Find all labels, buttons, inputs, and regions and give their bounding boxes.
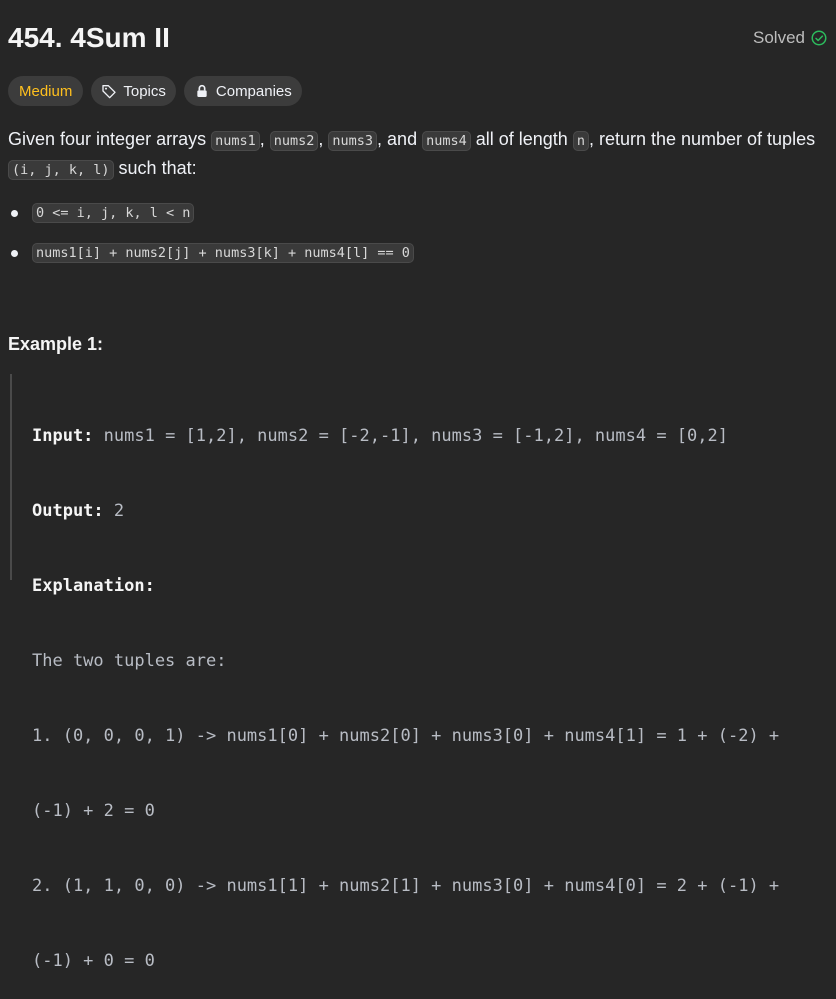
constraints-list: 0 <= i, j, k, l < n nums1[i] + nums2[j] …: [8, 200, 414, 280]
lock-icon: [197, 84, 207, 97]
desc-text: ,: [318, 129, 329, 149]
desc-text: Given four integer arrays: [8, 129, 212, 149]
difficulty-label: Medium: [19, 82, 73, 100]
desc-text: , return the number of tuples: [588, 129, 816, 149]
example-explanation-label: Explanation:: [32, 574, 810, 599]
code-nums1: nums1: [211, 131, 260, 151]
code-n: n: [572, 131, 589, 151]
bullet: [11, 249, 18, 257]
tag-row: Medium Topics Companies: [8, 76, 302, 106]
explanation-label: Explanation:: [32, 576, 155, 596]
problem-header: 454. 4Sum II Solved: [8, 20, 828, 56]
list-item: 0 <= i, j, k, l < n: [8, 200, 414, 226]
bullet: [11, 209, 18, 217]
input-value: nums1 = [1,2], nums2 = [-2,-1], nums3 = …: [93, 426, 728, 446]
tag-icon: [102, 85, 117, 99]
example-block: Input: nums1 = [1,2], nums2 = [-2,-1], n…: [10, 374, 810, 971]
problem-description: Given four integer arrays nums1, nums2 , …: [8, 126, 822, 184]
example-output-line: Output: 2: [32, 499, 810, 524]
code-nums3: nums3: [328, 131, 378, 151]
constraint-code: nums1[i] + nums2[j] + nums3[k] + nums4[l…: [32, 243, 414, 263]
example-input-line: Input: nums1 = [1,2], nums2 = [-2,-1], n…: [32, 424, 810, 449]
problem-title: 454. 4Sum II: [8, 22, 170, 53]
code-nums4: nums4: [422, 131, 471, 151]
desc-text: all of length: [470, 129, 573, 149]
output-value: 2: [103, 501, 125, 521]
list-item: nums1[i] + nums2[j] + nums3[k] + nums4[l…: [8, 240, 414, 266]
check-circle-icon: [811, 30, 827, 46]
input-label: Input:: [32, 426, 94, 446]
desc-text: , and: [377, 129, 423, 149]
code-tuple: (i, j, k, l): [8, 160, 114, 180]
difficulty-badge: Medium: [8, 76, 84, 106]
desc-text: such that:: [113, 158, 197, 178]
topics-label: Topics: [123, 82, 166, 100]
constraint-code: 0 <= i, j, k, l < n: [32, 203, 195, 223]
topics-button[interactable]: Topics: [91, 76, 176, 106]
solved-status: Solved: [753, 28, 828, 48]
explanation-line: (-1) + 2 = 0: [32, 801, 155, 821]
example-title: Example 1:: [8, 334, 104, 354]
companies-label: Companies: [215, 82, 292, 100]
explanation-line: (-1) + 0 = 0: [32, 951, 155, 971]
code-nums2: nums2: [269, 131, 319, 151]
companies-button[interactable]: Companies: [183, 76, 302, 106]
explanation-line: 1. (0, 0, 0, 1) -> nums1[0] + nums2[0] +…: [32, 726, 780, 746]
output-label: Output:: [32, 501, 104, 521]
explanation-line: The two tuples are:: [32, 651, 227, 671]
explanation-line: 2. (1, 1, 0, 0) -> nums1[1] + nums2[1] +…: [32, 876, 780, 896]
solved-label: Solved: [753, 28, 805, 47]
desc-text: ,: [259, 129, 270, 149]
